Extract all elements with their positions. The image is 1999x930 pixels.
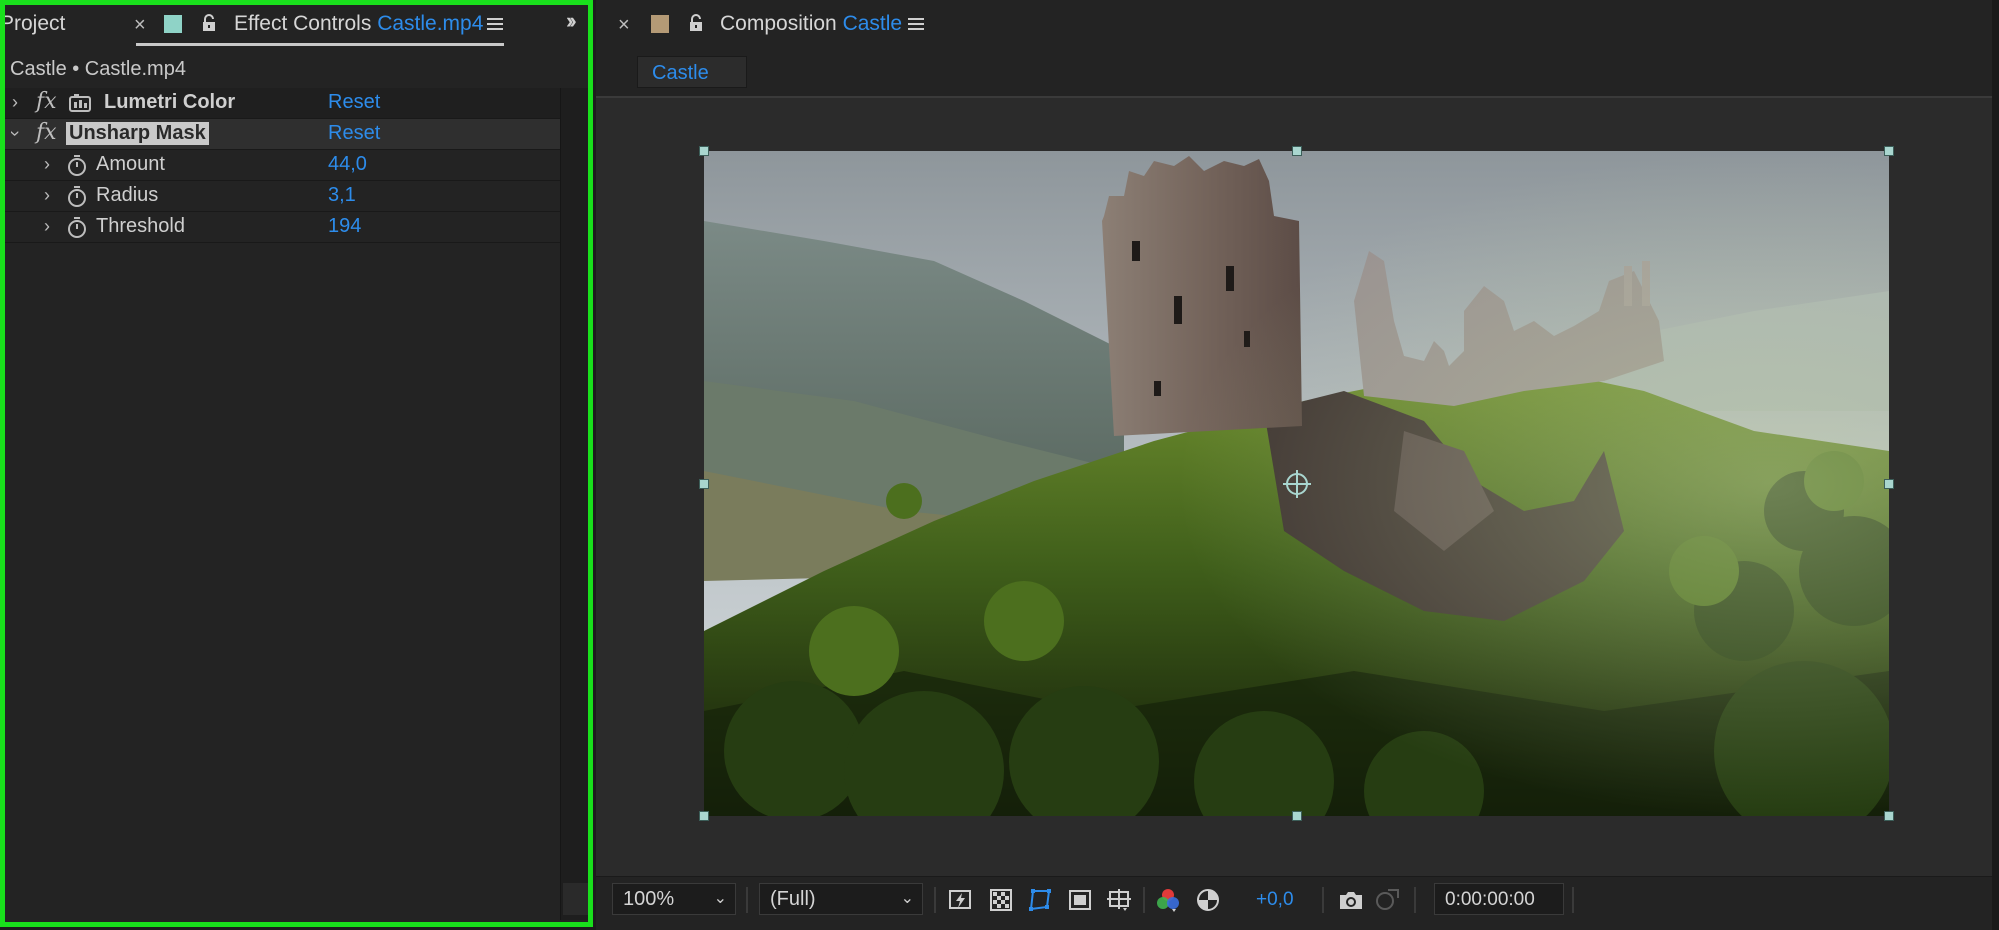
- tab-composition[interactable]: Composition Castle: [720, 12, 902, 36]
- lumetri-scope-icon: [68, 93, 92, 113]
- chevron-right-icon[interactable]: ›: [12, 92, 18, 113]
- transparency-grid-icon[interactable]: [986, 885, 1016, 915]
- reset-link[interactable]: Reset: [328, 91, 380, 114]
- transform-handle-bottom[interactable]: [1292, 811, 1302, 821]
- effect-name-selected[interactable]: Unsharp Mask: [66, 122, 209, 145]
- effect-row-unsharp-mask[interactable]: › fx Unsharp Mask Reset: [0, 119, 560, 150]
- stopwatch-icon[interactable]: [66, 155, 88, 177]
- mask-visibility-icon[interactable]: [1025, 885, 1055, 915]
- grid-guides-icon[interactable]: [1104, 885, 1134, 915]
- transform-handle-right[interactable]: [1884, 479, 1894, 489]
- property-row-threshold[interactable]: › Threshold 194: [0, 212, 560, 243]
- lock-icon[interactable]: [199, 12, 219, 34]
- show-snapshot-icon[interactable]: [1372, 885, 1402, 915]
- effect-row-lumetri-color[interactable]: › fx Lumetri Color Reset: [0, 88, 560, 119]
- panel-menu-icon[interactable]: [907, 16, 925, 32]
- property-row-radius[interactable]: › Radius 3,1: [0, 181, 560, 212]
- window-edge: [1992, 0, 1999, 930]
- left-tab-bar: Project × Effect Controls Castle.mp4 ››: [0, 0, 593, 50]
- effect-name: Lumetri Color: [104, 91, 236, 113]
- viewer-toolbar: 100% ⌄ (Full) ⌄ +0,0 0:00:00:00: [596, 876, 1999, 925]
- property-label: Amount: [96, 153, 165, 175]
- close-icon[interactable]: ×: [618, 14, 630, 37]
- fx-icon[interactable]: fx: [36, 89, 57, 114]
- toolbar-divider: [1143, 887, 1145, 913]
- property-value[interactable]: 44,0: [328, 153, 367, 176]
- expand-panels-icon[interactable]: ››: [566, 8, 576, 34]
- close-icon[interactable]: ×: [134, 14, 146, 37]
- panel-color-swatch: [164, 15, 182, 33]
- property-label: Threshold: [96, 215, 185, 237]
- chevron-right-icon[interactable]: ›: [44, 185, 50, 206]
- chevron-right-icon[interactable]: ›: [44, 216, 50, 237]
- scrollbar-track[interactable]: [560, 88, 591, 920]
- toolbar-divider: [934, 887, 936, 913]
- lock-icon[interactable]: [686, 12, 706, 34]
- composition-viewer[interactable]: [596, 96, 1999, 876]
- channels-icon[interactable]: [1153, 885, 1183, 915]
- transform-handle-top-right[interactable]: [1884, 146, 1894, 156]
- current-time-display[interactable]: 0:00:00:00: [1434, 883, 1564, 915]
- toolbar-divider: [1322, 887, 1324, 913]
- effect-controls-panel: Project × Effect Controls Castle.mp4 ›› …: [0, 0, 593, 927]
- tab-composition-name: Castle: [842, 12, 903, 35]
- toolbar-divider: [1572, 887, 1574, 913]
- transform-handle-top[interactable]: [1292, 146, 1302, 156]
- tab-project[interactable]: Project: [0, 12, 65, 36]
- snapshot-camera-icon[interactable]: [1336, 885, 1366, 915]
- exposure-reset-icon[interactable]: [1193, 885, 1223, 915]
- transform-handle-top-left[interactable]: [699, 146, 709, 156]
- composition-panel: × Composition Castle Castle 100% ⌄ (Full…: [596, 0, 1999, 930]
- zoom-value: 100%: [623, 888, 675, 910]
- panel-color-swatch: [651, 15, 669, 33]
- composition-button-label: Castle: [652, 62, 709, 84]
- tab-effect-controls[interactable]: Effect Controls Castle.mp4: [234, 12, 483, 36]
- property-value[interactable]: 3,1: [328, 184, 356, 207]
- reset-link[interactable]: Reset: [328, 122, 380, 145]
- tab-effect-controls-label: Effect Controls: [234, 12, 372, 35]
- chevron-down-icon: ⌄: [713, 890, 727, 907]
- stopwatch-icon[interactable]: [66, 186, 88, 208]
- resolution-dropdown[interactable]: (Full) ⌄: [759, 883, 923, 915]
- active-tab-indicator: [136, 43, 504, 46]
- property-row-amount[interactable]: › Amount 44,0: [0, 150, 560, 181]
- tab-effect-controls-file: Castle.mp4: [377, 12, 484, 35]
- toolbar-divider: [746, 887, 748, 913]
- transform-handle-left[interactable]: [699, 479, 709, 489]
- toolbar-divider: [1414, 887, 1416, 913]
- scrollbar-corner: [563, 883, 589, 915]
- chevron-down-icon[interactable]: ›: [5, 131, 26, 137]
- castle-scene-image: [704, 151, 1889, 816]
- property-label: Radius: [96, 184, 159, 206]
- zoom-dropdown[interactable]: 100% ⌄: [612, 883, 736, 915]
- chevron-down-icon: ⌄: [900, 890, 914, 907]
- transform-handle-bottom-left[interactable]: [699, 811, 709, 821]
- property-value[interactable]: 194: [328, 215, 361, 238]
- stopwatch-icon[interactable]: [66, 217, 88, 239]
- castle-footage-frame[interactable]: [704, 151, 1889, 816]
- transform-handle-bottom-right[interactable]: [1884, 811, 1894, 821]
- exposure-value[interactable]: +0,0: [1256, 889, 1294, 911]
- timecode-value: 0:00:00:00: [1445, 889, 1535, 910]
- panel-menu-icon[interactable]: [486, 16, 504, 32]
- breadcrumb: Castle • Castle.mp4: [10, 58, 186, 80]
- region-of-interest-icon[interactable]: [1065, 885, 1095, 915]
- fast-previews-icon[interactable]: [946, 885, 976, 915]
- chevron-right-icon[interactable]: ›: [44, 154, 50, 175]
- tab-composition-label: Composition: [720, 12, 837, 35]
- composition-breadcrumb-button[interactable]: Castle: [637, 56, 747, 88]
- fx-icon[interactable]: fx: [36, 120, 57, 145]
- resolution-value: (Full): [770, 888, 816, 910]
